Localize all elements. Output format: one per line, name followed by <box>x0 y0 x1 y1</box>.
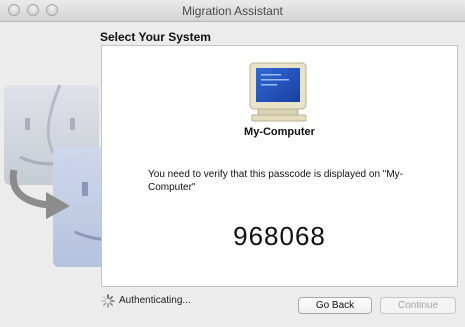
title-bar: Migration Assistant <box>0 0 465 22</box>
passcode: 968068 <box>233 221 326 251</box>
window-title: Migration Assistant <box>182 4 283 18</box>
computer-name: My-Computer <box>244 126 315 138</box>
content-panel: My-Computer You need to verify that this… <box>101 45 458 287</box>
panel-title: Select Your System <box>100 30 211 44</box>
progress-spinner-icon <box>101 294 115 308</box>
continue-button[interactable]: Continue <box>380 297 456 314</box>
crt-monitor-icon <box>249 62 307 122</box>
go-back-button[interactable]: Go Back <box>298 297 372 314</box>
status-text: Authenticating... <box>119 295 191 306</box>
verify-message: You need to verify that this passcode is… <box>148 169 403 193</box>
